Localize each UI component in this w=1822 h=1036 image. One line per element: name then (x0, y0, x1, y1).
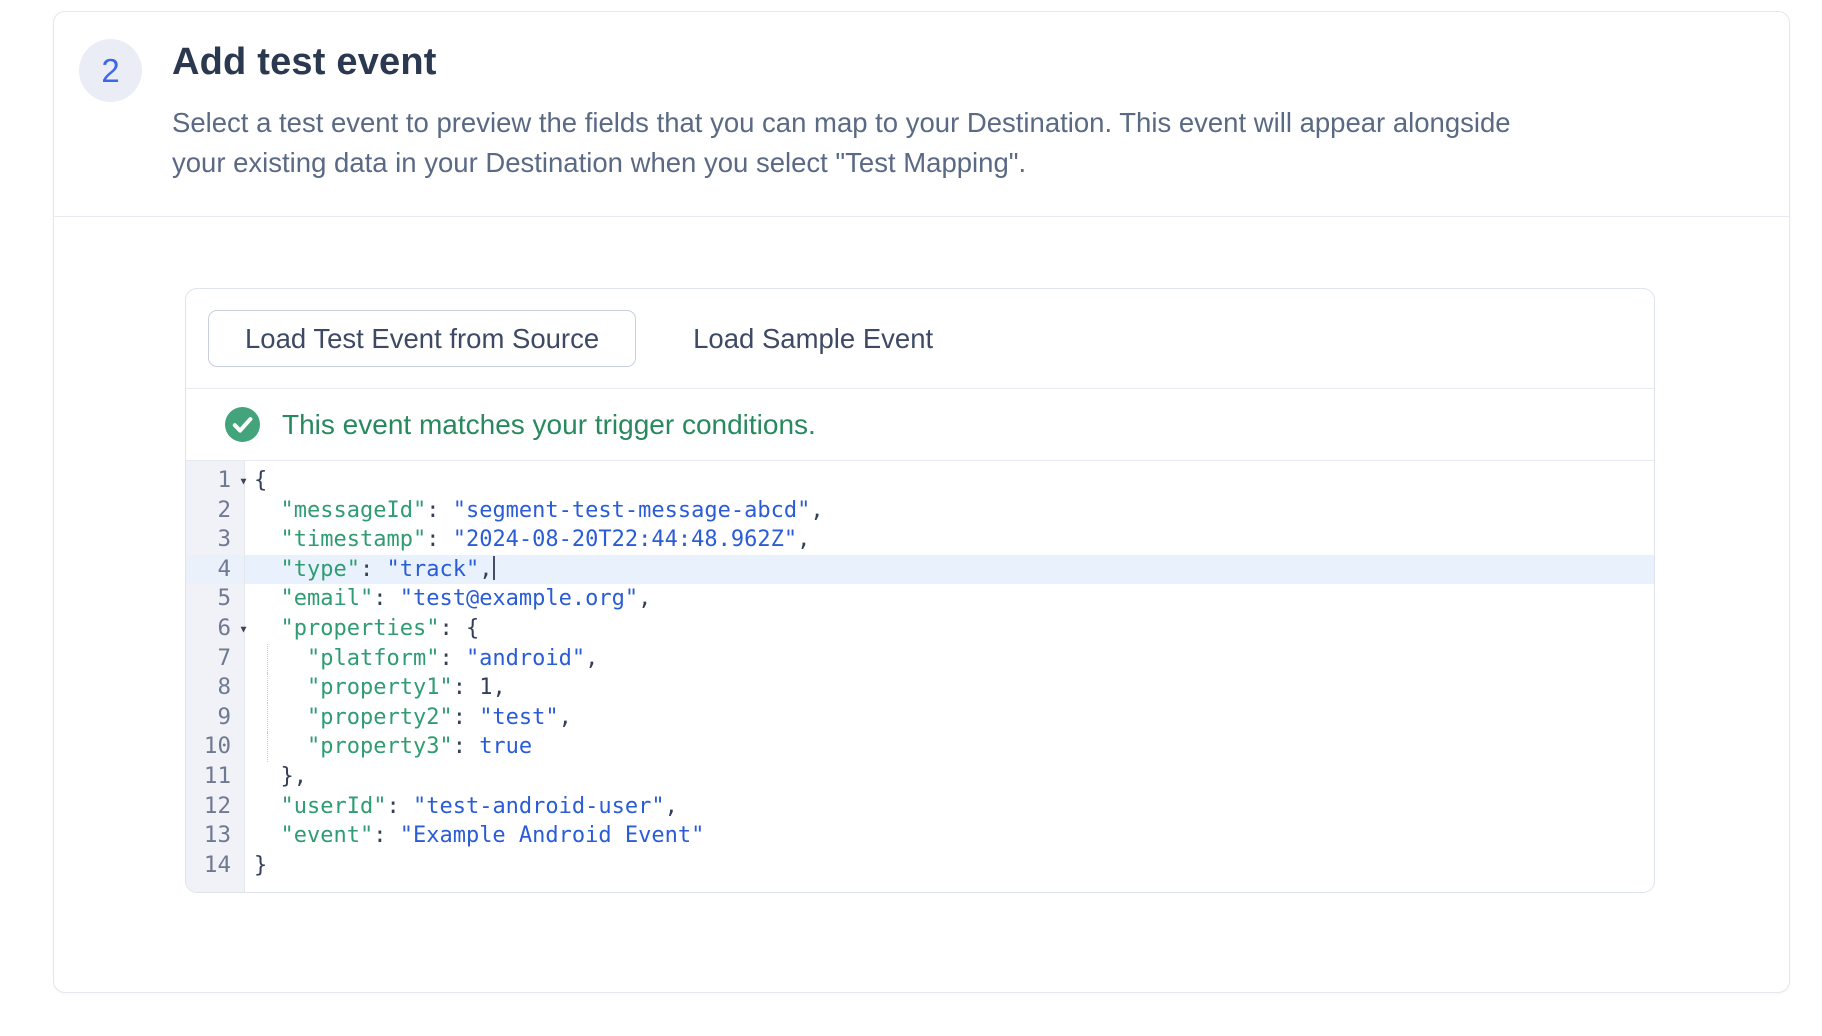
line-number: 8 (186, 673, 244, 703)
line-number: 13 (186, 821, 244, 851)
code-line[interactable]: } (245, 851, 1654, 881)
card-header: 2 Add test event Select a test event to … (54, 12, 1789, 217)
line-number: 2 (186, 496, 244, 526)
section-title: Add test event (172, 39, 1532, 85)
line-number: 6▾ (186, 614, 244, 644)
line-number: 3 (186, 525, 244, 555)
line-number: 7 (186, 644, 244, 674)
line-number: 14 (186, 851, 244, 881)
header-text: Add test event Select a test event to pr… (172, 39, 1532, 182)
status-message: This event matches your trigger conditio… (282, 409, 816, 441)
line-number: 11 (186, 762, 244, 792)
code-line[interactable]: "messageId": "segment-test-message-abcd"… (245, 496, 1654, 526)
code-line[interactable]: "event": "Example Android Event" (245, 821, 1654, 851)
card-body: Load Test Event from Source Load Sample … (54, 217, 1789, 893)
check-circle-icon (225, 407, 260, 442)
line-number: 12 (186, 792, 244, 822)
code-line[interactable]: "platform": "android", (245, 644, 1654, 674)
code-line[interactable]: "userId": "test-android-user", (245, 792, 1654, 822)
text-cursor (493, 556, 495, 580)
line-number: 4 (186, 555, 244, 585)
load-sample-event-button[interactable]: Load Sample Event (693, 323, 933, 355)
load-test-event-button[interactable]: Load Test Event from Source (208, 310, 636, 367)
code-line[interactable]: { (245, 466, 1654, 496)
code-line[interactable]: "type": "track", (245, 555, 1654, 585)
code-line[interactable]: "property2": "test", (245, 703, 1654, 733)
add-test-event-card: 2 Add test event Select a test event to … (53, 11, 1790, 993)
line-number: 10 (186, 732, 244, 762)
code-line[interactable]: "property3": true (245, 732, 1654, 762)
step-number-badge: 2 (79, 39, 142, 102)
editor-gutter: 1▾23456▾7891011121314 (186, 461, 245, 892)
code-line[interactable]: "timestamp": "2024-08-20T22:44:48.962Z", (245, 525, 1654, 555)
line-number: 9 (186, 703, 244, 733)
code-line[interactable]: "email": "test@example.org", (245, 584, 1654, 614)
code-line[interactable]: }, (245, 762, 1654, 792)
code-line[interactable]: "properties": { (245, 614, 1654, 644)
event-toolbar: Load Test Event from Source Load Sample … (186, 289, 1654, 389)
trigger-match-status: This event matches your trigger conditio… (186, 389, 1654, 461)
code-line[interactable]: "property1": 1, (245, 673, 1654, 703)
json-code-editor[interactable]: 1▾23456▾7891011121314 { "messageId": "se… (186, 461, 1654, 892)
test-event-panel: Load Test Event from Source Load Sample … (185, 288, 1655, 893)
line-number: 5 (186, 584, 244, 614)
editor-code[interactable]: { "messageId": "segment-test-message-abc… (245, 461, 1654, 892)
line-number: 1▾ (186, 466, 244, 496)
section-description: Select a test event to preview the field… (172, 103, 1532, 182)
